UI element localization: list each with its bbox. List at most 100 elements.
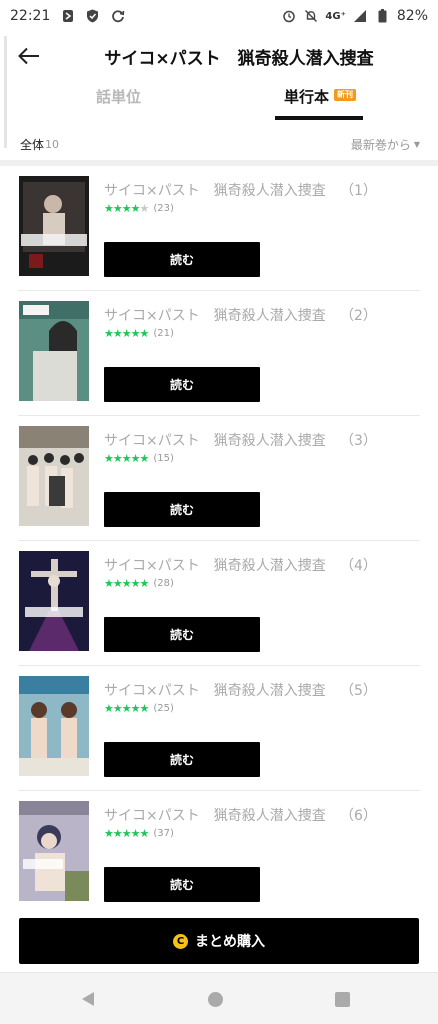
- book-list: サイコ×パスト 猟奇殺人潜入捜査 （1） ★ ★ ★ ★ ★ (23) 読む サイコ×パ…: [0, 166, 438, 916]
- star-icon: ★: [139, 702, 150, 715]
- star-icon: ★: [112, 827, 123, 840]
- book-cover[interactable]: [19, 426, 89, 526]
- nav-home-icon[interactable]: [208, 992, 223, 1007]
- star-icon: ★: [121, 327, 132, 340]
- star-icon: ★: [130, 452, 141, 465]
- star-icon: ★: [104, 702, 114, 715]
- star-icon: ★: [130, 577, 141, 590]
- star-icon: ★: [130, 827, 141, 840]
- star-icon: ★: [139, 327, 150, 340]
- review-count: (37): [153, 828, 174, 839]
- star-icon: ★: [121, 702, 132, 715]
- read-button[interactable]: 読む: [104, 617, 260, 652]
- nav-back-icon[interactable]: [80, 991, 96, 1011]
- book-title: サイコ×パスト 猟奇殺人潜入捜査: [104, 433, 326, 449]
- rating-stars: ★ ★ ★ ★ ★ (37): [104, 828, 174, 839]
- shield-icon: [85, 9, 100, 24]
- read-button[interactable]: 読む: [104, 492, 260, 527]
- star-icon: ★: [139, 452, 150, 465]
- volume-number: （5）: [340, 683, 377, 699]
- all-label: 全体: [20, 137, 45, 152]
- rating-stars: ★ ★ ★ ★ ★ (28): [104, 578, 174, 589]
- book-cover[interactable]: [19, 301, 89, 401]
- alarm-icon: [281, 9, 296, 24]
- rating-stars: ★ ★ ★ ★ ★ (15): [104, 453, 174, 464]
- status-time: 22:21: [10, 8, 51, 24]
- system-nav-bar: [0, 972, 438, 1024]
- book-title: サイコ×パスト 猟奇殺人潜入捜査: [104, 558, 326, 574]
- sort-label: 最新巻から: [350, 137, 411, 152]
- signal-icon: [353, 9, 368, 24]
- list-item[interactable]: サイコ×パスト 猟奇殺人潜入捜査 （4） ★ ★ ★ ★ ★ (28) 読む: [0, 541, 438, 666]
- star-icon: ★: [104, 327, 114, 340]
- tab-episode-label: 話単位: [96, 88, 142, 106]
- review-count: (21): [153, 328, 174, 339]
- book-title: サイコ×パスト 猟奇殺人潜入捜査: [104, 308, 326, 324]
- star-icon: ★: [121, 452, 132, 465]
- book-cover[interactable]: [19, 676, 89, 776]
- read-button[interactable]: 読む: [104, 367, 260, 402]
- volume-number: （2）: [340, 308, 377, 324]
- arrow-left-icon: [18, 47, 39, 65]
- bulk-purchase-label: まとめ購入: [195, 934, 265, 950]
- volume-number: （6）: [340, 808, 377, 824]
- list-item[interactable]: サイコ×パスト 猟奇殺人潜入捜査 （2） ★ ★ ★ ★ ★ (21) 読む: [0, 291, 438, 416]
- read-button[interactable]: 読む: [104, 867, 260, 902]
- bulk-purchase-bar: C まとめ購入: [0, 908, 438, 972]
- review-count: (28): [153, 578, 174, 589]
- app-header: サイコ×パスト 猟奇殺人潜入捜査: [0, 32, 438, 80]
- star-icon: ★: [104, 202, 114, 215]
- star-icon: ★: [139, 827, 150, 840]
- star-icon: ★: [130, 702, 141, 715]
- tab-bar: 話単位 単行本 新刊: [0, 80, 438, 124]
- coin-icon: C: [173, 933, 188, 949]
- battery-icon: [375, 9, 390, 24]
- book-title: サイコ×パスト 猟奇殺人潜入捜査: [104, 183, 326, 199]
- star-icon: ★: [104, 827, 114, 840]
- book-cover[interactable]: [19, 801, 89, 901]
- total-count: 10: [45, 137, 59, 151]
- book-title: サイコ×パスト 猟奇殺人潜入捜査: [104, 808, 326, 824]
- book-cover[interactable]: [19, 176, 89, 276]
- list-item[interactable]: サイコ×パスト 猟奇殺人潜入捜査 （6） ★ ★ ★ ★ ★ (37) 読む: [0, 791, 438, 916]
- star-icon: ★: [130, 327, 141, 340]
- volume-number: （1）: [340, 183, 377, 199]
- page-title: サイコ×パスト 猟奇殺人潜入捜査: [104, 48, 374, 69]
- star-icon: ★: [121, 202, 132, 215]
- notification-icon: [60, 9, 75, 24]
- back-button[interactable]: [14, 42, 44, 70]
- star-icon: ★: [139, 577, 150, 590]
- list-item[interactable]: サイコ×パスト 猟奇殺人潜入捜査 （3） ★ ★ ★ ★ ★ (15) 読む: [0, 416, 438, 541]
- read-button[interactable]: 読む: [104, 742, 260, 777]
- book-title: サイコ×パスト 猟奇殺人潜入捜査: [104, 683, 326, 699]
- list-item[interactable]: サイコ×パスト 猟奇殺人潜入捜査 （1） ★ ★ ★ ★ ★ (23) 読む: [0, 166, 438, 291]
- star-icon: ★: [112, 202, 123, 215]
- star-icon: ★: [112, 702, 123, 715]
- review-count: (15): [153, 453, 174, 464]
- sort-dropdown[interactable]: 最新巻から ▼: [351, 136, 420, 153]
- volume-number: （3）: [340, 433, 377, 449]
- list-item[interactable]: サイコ×パスト 猟奇殺人潜入捜査 （5） ★ ★ ★ ★ ★ (25) 読む: [0, 666, 438, 791]
- battery-percentage: 82%: [396, 8, 428, 24]
- sync-icon: [110, 9, 125, 24]
- star-icon: ★: [121, 577, 132, 590]
- book-cover[interactable]: [19, 551, 89, 651]
- review-count: (23): [153, 203, 174, 214]
- rating-stars: ★ ★ ★ ★ ★ (25): [104, 703, 174, 714]
- nav-recents-icon[interactable]: [335, 992, 350, 1007]
- star-icon: ★: [121, 827, 132, 840]
- star-icon: ★: [130, 202, 141, 215]
- star-icon: ★: [112, 327, 123, 340]
- star-icon: ★: [104, 452, 114, 465]
- status-bar: 22:21 4G⁺ 82%: [0, 0, 438, 32]
- tab-episode[interactable]: 話単位: [96, 86, 141, 122]
- mute-icon: [303, 9, 318, 24]
- tab-volume-label: 単行本: [284, 88, 330, 106]
- bulk-purchase-button[interactable]: C まとめ購入: [19, 918, 419, 964]
- caret-down-icon: ▼: [413, 139, 420, 149]
- read-button[interactable]: 読む: [104, 242, 260, 277]
- new-badge: 新刊: [334, 89, 357, 101]
- volume-number: （4）: [340, 558, 377, 574]
- star-icon: ★: [104, 577, 114, 590]
- active-tab-indicator: [275, 116, 363, 120]
